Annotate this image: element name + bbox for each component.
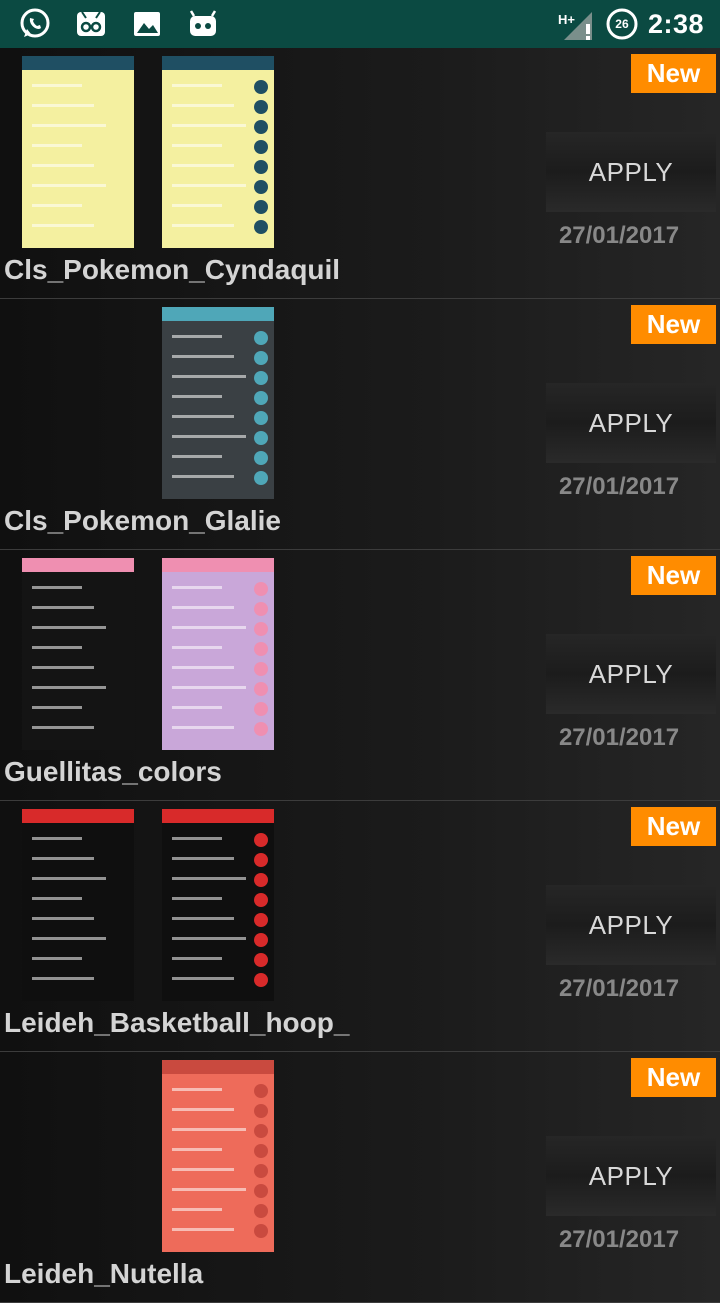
clock: 2:38 <box>647 8 704 39</box>
theme-preview-right[interactable] <box>162 307 274 499</box>
theme-preview-right[interactable] <box>162 558 274 750</box>
new-badge: New <box>631 305 716 344</box>
new-badge: New <box>631 54 716 93</box>
theme-preview-left[interactable] <box>22 809 134 1001</box>
android-icon <box>186 7 220 41</box>
theme-list: Cls_Pokemon_Cyndaquil New APPLY 27/01/2017 C… <box>0 48 720 1303</box>
theme-date: 27/01/2017 <box>558 1226 680 1253</box>
signal-icon: H+ <box>558 4 596 44</box>
new-badge: New <box>631 1058 716 1097</box>
new-badge: New <box>631 807 716 846</box>
whatsapp-icon <box>18 7 52 41</box>
theme-name: Cls_Pokemon_Glalie <box>4 505 282 536</box>
theme-name: Leideh_Nutella <box>4 1258 204 1289</box>
theme-preview-right[interactable] <box>162 56 274 248</box>
status-bar: H+ 26 2:38 <box>0 0 720 48</box>
theme-row[interactable]: Cls_Pokemon_Cyndaquil New APPLY 27/01/2017 <box>0 48 720 299</box>
theme-date: 27/01/2017 <box>558 724 680 751</box>
theme-preview-left[interactable] <box>22 56 134 248</box>
theme-date: 27/01/2017 <box>558 975 680 1002</box>
apply-button[interactable]: APPLY <box>546 885 716 965</box>
apply-button[interactable]: APPLY <box>546 1136 716 1216</box>
theme-name: Leideh_Basketball_hoop_ <box>4 1007 350 1038</box>
theme-preview-right[interactable] <box>162 809 274 1001</box>
battery-level: 26 <box>615 17 629 31</box>
apply-button[interactable]: APPLY <box>546 132 716 212</box>
theme-name: Cls_Pokemon_Cyndaquil <box>4 254 341 285</box>
theme-row[interactable]: Guellitas_colors New APPLY 27/01/2017 <box>0 550 720 801</box>
theme-preview-left[interactable] <box>22 558 134 750</box>
apply-button[interactable]: APPLY <box>546 383 716 463</box>
theme-row[interactable]: Leideh_Nutella New APPLY 27/01/2017 <box>0 1052 720 1303</box>
theme-name: Guellitas_colors <box>4 756 222 787</box>
theme-date: 27/01/2017 <box>558 222 680 249</box>
image-icon <box>130 7 164 41</box>
theme-preview-right[interactable] <box>162 1060 274 1252</box>
battery-icon: 26 <box>606 8 638 40</box>
new-badge: New <box>631 556 716 595</box>
theme-date: 27/01/2017 <box>558 473 680 500</box>
apply-button[interactable]: APPLY <box>546 634 716 714</box>
theme-row[interactable]: Leideh_Basketball_hoop_ New APPLY 27/01/201… <box>0 801 720 1052</box>
voicemail-icon <box>74 7 108 41</box>
theme-row[interactable]: Cls_Pokemon_Glalie New APPLY 27/01/2017 <box>0 299 720 550</box>
